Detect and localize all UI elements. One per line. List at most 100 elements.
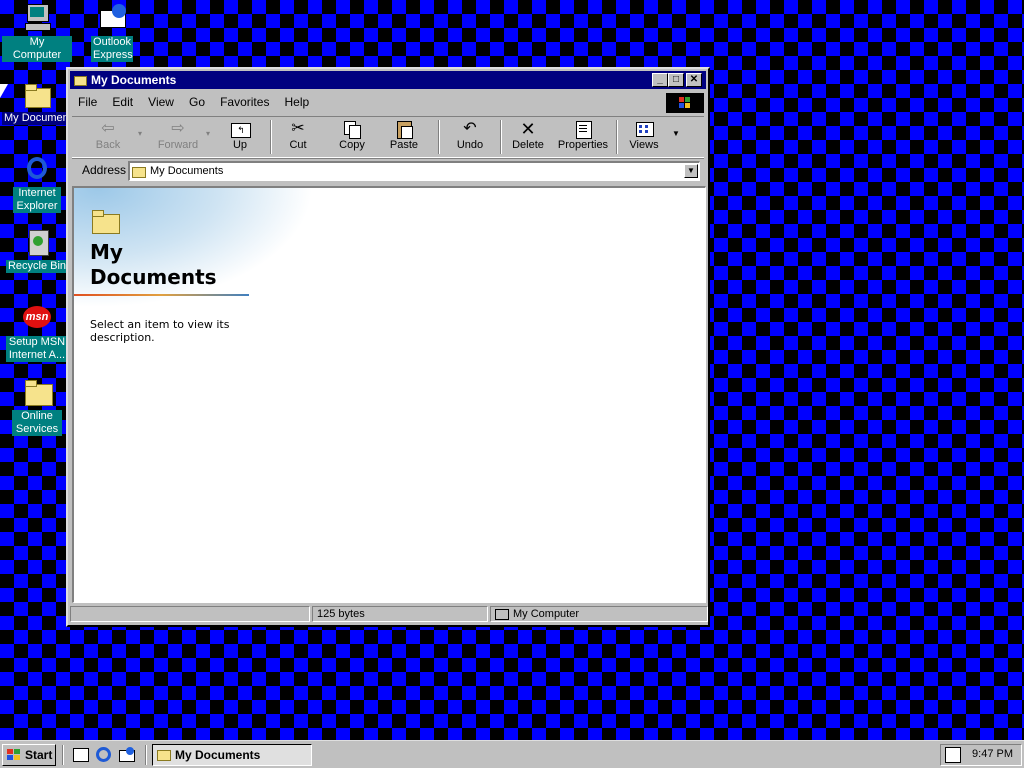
- outlook-express-icon[interactable]: [118, 746, 136, 764]
- computer-icon: [495, 609, 509, 620]
- up-button[interactable]: ↰ Up: [222, 119, 258, 155]
- desktop-icon-label: Outlook Express: [91, 36, 133, 62]
- forward-dropdown-icon[interactable]: ▾: [206, 129, 210, 138]
- address-label: Address: [82, 163, 127, 177]
- scissors-icon: ✂: [291, 120, 305, 137]
- title-underline: [74, 294, 249, 296]
- status-zone-label: My Computer: [513, 608, 580, 620]
- desktop-icon-label: Online Services: [12, 410, 62, 436]
- internet-explorer-icon[interactable]: [95, 746, 113, 764]
- cut-button[interactable]: ✂ Cut: [280, 119, 316, 155]
- address-dropdown-button[interactable]: ▼: [684, 164, 698, 178]
- status-bar: 125 bytes My Computer: [70, 605, 708, 623]
- windows-logo-icon: [7, 749, 21, 761]
- toolbar-separator: [616, 120, 618, 154]
- menu-help[interactable]: Help: [279, 92, 316, 112]
- quicklaunch-divider: [145, 745, 147, 765]
- menu-go[interactable]: Go: [183, 92, 211, 112]
- msn-icon: msn: [21, 302, 53, 334]
- computer-icon: [21, 2, 53, 34]
- folder-icon: [21, 78, 53, 110]
- folder-icon: [157, 748, 171, 761]
- minimize-button[interactable]: _: [652, 73, 668, 87]
- folder-description: Select an item to view its description.: [90, 318, 230, 344]
- desktop-icon-online-services[interactable]: Online Services: [2, 376, 72, 436]
- quicklaunch-divider: [62, 745, 64, 765]
- clock[interactable]: 9:47 PM: [972, 748, 1013, 760]
- toolbar-separator: [270, 120, 272, 154]
- up-label: Up: [232, 139, 248, 151]
- menu-file[interactable]: File: [72, 92, 103, 112]
- properties-label: Properties: [557, 139, 609, 151]
- cut-label: Cut: [289, 139, 307, 151]
- desktop-icon-label: Setup MSN Internet A...: [6, 336, 68, 362]
- properties-button[interactable]: Properties: [556, 119, 610, 155]
- desktop-icon-label: Recycle Bin: [5, 260, 69, 273]
- menu-edit[interactable]: Edit: [106, 92, 139, 112]
- up-folder-icon: ↰: [228, 119, 252, 139]
- back-dropdown-icon[interactable]: ▾: [138, 129, 142, 138]
- properties-icon: [571, 119, 595, 139]
- taskbar-button-my-documents[interactable]: My Documents: [152, 744, 312, 766]
- close-button[interactable]: ✕: [686, 73, 702, 87]
- folder-title: My Documents: [90, 240, 217, 290]
- toolbar-separator: [438, 120, 440, 154]
- forward-button[interactable]: ⇨ Forward: [152, 119, 204, 155]
- desktop-icon-recycle-bin[interactable]: Recycle Bin: [2, 226, 72, 273]
- desktop-icon-label: Internet Explorer: [13, 187, 61, 213]
- maximize-button[interactable]: □: [668, 73, 684, 87]
- scheduler-icon[interactable]: [945, 747, 961, 763]
- paste-button[interactable]: Paste: [386, 119, 422, 155]
- copy-button[interactable]: Copy: [334, 119, 370, 155]
- toolbar-separator: [500, 120, 502, 154]
- desktop-icon-outlook-express[interactable]: Outlook Express: [77, 2, 147, 62]
- folder-content-pane[interactable]: My Documents Select an item to view its …: [72, 186, 706, 603]
- delete-x-icon: ✕: [520, 119, 536, 139]
- explorer-window[interactable]: My Documents _ □ ✕ File Edit View Go Fav…: [66, 67, 710, 627]
- undo-icon: ↶: [463, 120, 477, 137]
- mouse-cursor-icon: [0, 84, 8, 98]
- desktop-icon-my-documents[interactable]: My Documents: [2, 78, 80, 125]
- status-zone: My Computer: [490, 606, 708, 622]
- folder-icon: [132, 165, 146, 178]
- desktop-icon-internet-explorer[interactable]: Internet Explorer: [2, 153, 72, 213]
- delete-button[interactable]: ✕ Delete: [508, 119, 548, 155]
- start-label: Start: [25, 748, 53, 762]
- taskbar-button-label: My Documents: [175, 748, 261, 762]
- address-input[interactable]: My Documents ▼: [128, 161, 700, 181]
- show-desktop-icon[interactable]: [72, 746, 90, 764]
- undo-button[interactable]: ↶ Undo: [452, 119, 488, 155]
- internet-explorer-icon: [21, 153, 53, 185]
- forward-label: Forward: [157, 139, 199, 151]
- desktop-icon-label: My Computer: [2, 36, 72, 62]
- address-value: My Documents: [150, 165, 224, 177]
- forward-arrow-icon: ⇨: [171, 120, 185, 137]
- paste-label: Paste: [389, 139, 419, 151]
- recycle-bin-icon: [21, 226, 53, 258]
- delete-label: Delete: [512, 139, 544, 151]
- folder-title-line2: Documents: [90, 265, 217, 289]
- folder-icon: [21, 376, 53, 408]
- toolbar: ⇦ Back ▾ ⇨ Forward ▾ ↰ Up ✂ Cut Copy Pas…: [72, 116, 704, 158]
- start-button[interactable]: Start: [2, 744, 56, 766]
- windows-logo-icon: [666, 93, 704, 113]
- title-bar[interactable]: My Documents _ □ ✕: [70, 71, 706, 89]
- status-size: 125 bytes: [312, 606, 488, 622]
- outlook-express-icon: [96, 2, 128, 34]
- system-tray: 9:47 PM: [940, 744, 1022, 766]
- back-button[interactable]: ⇦ Back: [86, 119, 130, 155]
- menu-favorites[interactable]: Favorites: [214, 92, 275, 112]
- desktop-icon-my-computer[interactable]: My Computer: [2, 2, 72, 62]
- address-bar: Address My Documents ▼: [72, 158, 704, 183]
- views-button[interactable]: Views: [624, 119, 664, 155]
- views-grid-icon: [632, 119, 656, 139]
- copy-label: Copy: [339, 139, 365, 151]
- back-label: Back: [95, 139, 121, 151]
- status-panel-main: [70, 606, 310, 622]
- views-dropdown-icon[interactable]: ▼: [672, 129, 680, 138]
- copy-icon: [340, 119, 364, 139]
- desktop-icon-setup-msn[interactable]: msn Setup MSN Internet A...: [2, 302, 72, 362]
- menu-view[interactable]: View: [142, 92, 180, 112]
- folder-icon: [73, 73, 87, 86]
- views-label: Views: [629, 139, 659, 151]
